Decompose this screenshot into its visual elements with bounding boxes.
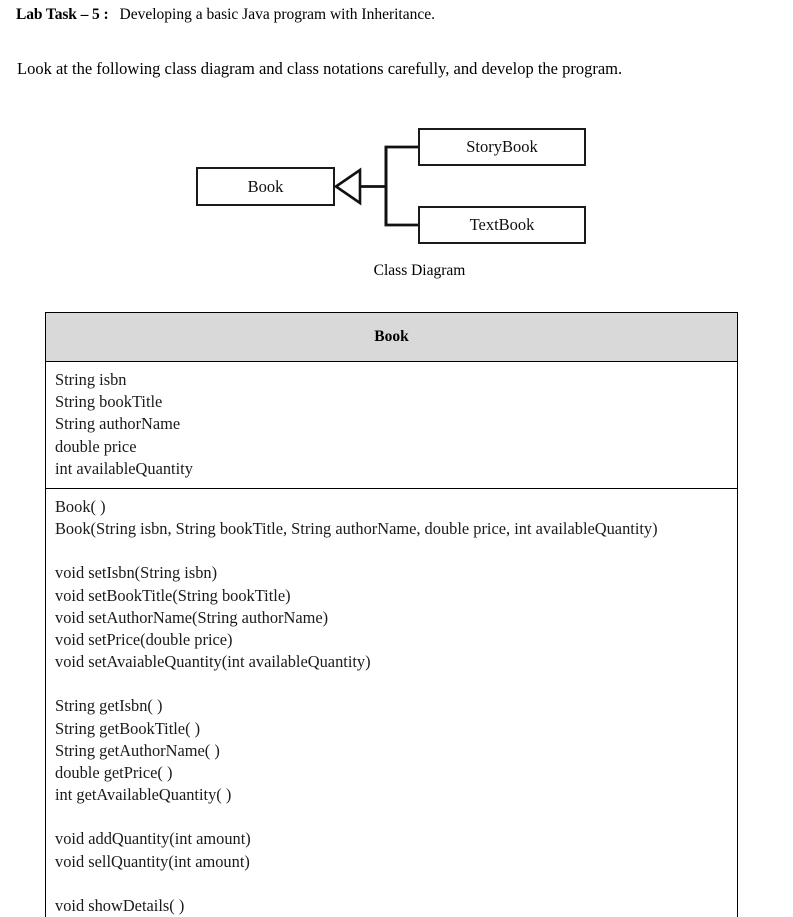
uml-class-box-storybook: StoryBook	[418, 128, 586, 166]
class-member: void setAvaiableQuantity(int availableQu…	[55, 652, 371, 672]
class-attributes-section: String isbn String bookTitle String auth…	[46, 362, 737, 490]
class-member: void setBookTitle(String bookTitle)	[55, 585, 291, 605]
class-member: int availableQuantity	[55, 458, 193, 478]
uml-class-box-book: Book	[196, 167, 335, 206]
uml-class-name-textbook: TextBook	[469, 215, 535, 234]
class-member: String getBookTitle( )	[55, 718, 201, 738]
uml-class-name-storybook: StoryBook	[466, 137, 538, 156]
class-member: void addQuantity(int amount)	[55, 829, 251, 849]
class-member: Book(String isbn, String bookTitle, Stri…	[55, 519, 658, 539]
class-notation-table: Book String isbn String bookTitle String…	[45, 312, 738, 917]
task-description: Developing a basic Java program with Inh…	[119, 6, 435, 23]
class-member: void setAuthorName(String authorName)	[55, 607, 329, 627]
class-member: String authorName	[55, 414, 181, 434]
class-member: String bookTitle	[55, 392, 163, 412]
class-member: int getAvailableQuantity( )	[55, 785, 232, 805]
diagram-caption: Class Diagram	[373, 262, 466, 279]
class-member: String isbn	[55, 370, 127, 389]
generalization-arrowhead-icon	[333, 167, 362, 206]
class-diagram: Book StoryBook TextBook Class Diagram	[0, 110, 793, 290]
class-notation-title: Book	[46, 313, 737, 362]
class-member: double getPrice( )	[55, 763, 173, 783]
class-member: void showDetails( )	[55, 895, 185, 915]
class-member: double price	[55, 436, 137, 456]
class-member: String getAuthorName( )	[55, 740, 220, 760]
uml-class-name-book: Book	[247, 176, 284, 196]
instruction-text: Look at the following class diagram and …	[17, 59, 623, 78]
class-member: void setPrice(double price)	[55, 630, 233, 650]
class-member: void setIsbn(String isbn)	[55, 563, 218, 583]
task-heading: Lab Task – 5 : Developing a basic Java pr…	[16, 5, 435, 25]
class-methods-section: Book( ) Book(String isbn, String bookTit…	[46, 489, 737, 917]
class-member: void sellQuantity(int amount)	[55, 851, 250, 871]
task-label: Lab Task – 5 :	[16, 6, 109, 23]
uml-class-box-textbook: TextBook	[418, 206, 586, 244]
class-member: Book( )	[55, 497, 106, 517]
class-member: String getIsbn( )	[55, 696, 163, 716]
